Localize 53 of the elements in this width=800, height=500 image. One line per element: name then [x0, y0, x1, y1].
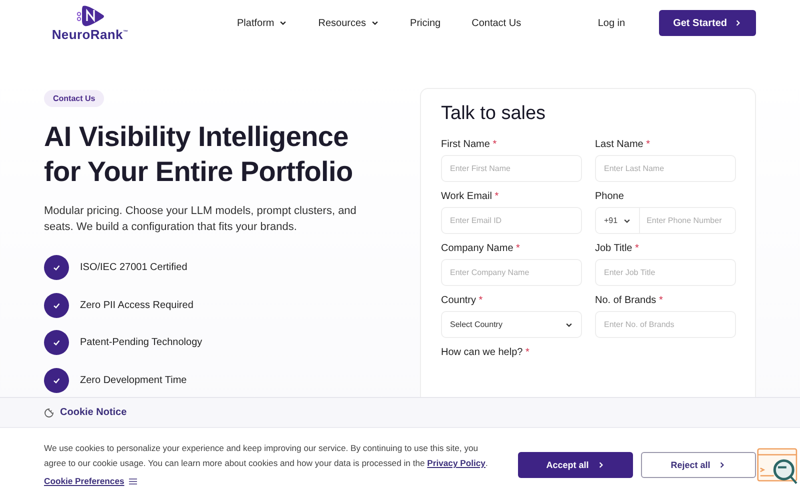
hero-title: AI Visibility Intelligence for Your Entire Portfolio: [44, 120, 354, 189]
chevron-down-icon: [565, 320, 573, 328]
input-field[interactable]: Enter Job Title: [595, 259, 736, 286]
field-label: Last Name *: [595, 139, 652, 150]
feature-text: ISO/IEC 27001 Certified: [80, 262, 188, 273]
check-icon: [44, 368, 69, 392]
field-label: Phone: [595, 191, 625, 202]
field-label: No. of Brands *: [595, 295, 664, 306]
login-link[interactable]: Log in: [598, 18, 626, 28]
input-field[interactable]: Enter Last Name: [595, 155, 736, 182]
accept-all-button[interactable]: Accept all: [518, 452, 633, 478]
form-title: Talk to sales: [441, 103, 547, 125]
phone-field[interactable]: +91 Enter Phone Number: [595, 207, 736, 234]
cookie-text: We use cookies to personalize your experience and keep improving our service. By continuing to use this site, you agree to our cookie usage. You can learn more about cookies and how your data is processed in the Privacy Policy.: [44, 442, 489, 470]
get-started-button[interactable]: Get Started: [659, 10, 756, 36]
chevron-down-icon: [371, 19, 380, 27]
nav-link[interactable]: Contact Us: [472, 18, 522, 28]
field-label: First Name *: [441, 139, 498, 150]
chevron-right-icon: [596, 461, 605, 469]
feature-text: Zero PII Access Required: [80, 300, 194, 310]
cookie-preferences-link[interactable]: Cookie Preferences: [44, 476, 138, 486]
country-dropdown[interactable]: Select Country: [441, 311, 582, 338]
field-label: Company Name *: [441, 243, 521, 254]
feature-text: Patent-Pending Technology: [80, 337, 202, 348]
logo-icon: [75, 4, 105, 26]
nav-link[interactable]: Resources: [318, 18, 380, 28]
privacy-policy-link[interactable]: Privacy Policy: [427, 458, 486, 468]
input-field[interactable]: Enter First Name: [441, 155, 582, 182]
chevron-down-icon: [622, 216, 631, 224]
input-field[interactable]: Enter Company Name: [441, 259, 582, 286]
chevron-right-icon: [718, 461, 726, 469]
check-icon: [44, 292, 69, 318]
field-label: How can we help? *: [441, 347, 530, 358]
chevron-right-icon: [734, 19, 742, 27]
check-icon: [44, 255, 69, 280]
check-icon: [44, 330, 69, 355]
input-field[interactable]: Enter Email ID: [441, 207, 582, 234]
cookie-icon: [44, 408, 54, 418]
field-label: Work Email *: [441, 191, 500, 202]
chevron-down-icon: [279, 19, 288, 27]
feature-text: Zero Development Time: [80, 374, 187, 386]
nav-link[interactable]: Platform: [237, 18, 288, 28]
hero-subtitle: Modular pricing. Choose your LLM models, prompt clusters, and seats. We build a configuration that fits your brands.: [44, 204, 358, 235]
input-field[interactable]: Enter No. of Brands: [595, 311, 736, 338]
field-label: Country *: [441, 295, 484, 306]
cookie-title: Cookie Notice: [60, 407, 127, 418]
search-widget-icon[interactable]: [757, 448, 799, 485]
nav-link[interactable]: Pricing: [410, 18, 441, 28]
page-badge: Contact Us: [44, 90, 104, 107]
field-label: Job Title *: [595, 243, 640, 254]
country-code-dropdown[interactable]: +91: [596, 208, 640, 233]
logo-text: NeuroRank$^{™}$: [52, 26, 128, 42]
reject-all-button[interactable]: Reject all: [641, 452, 756, 478]
